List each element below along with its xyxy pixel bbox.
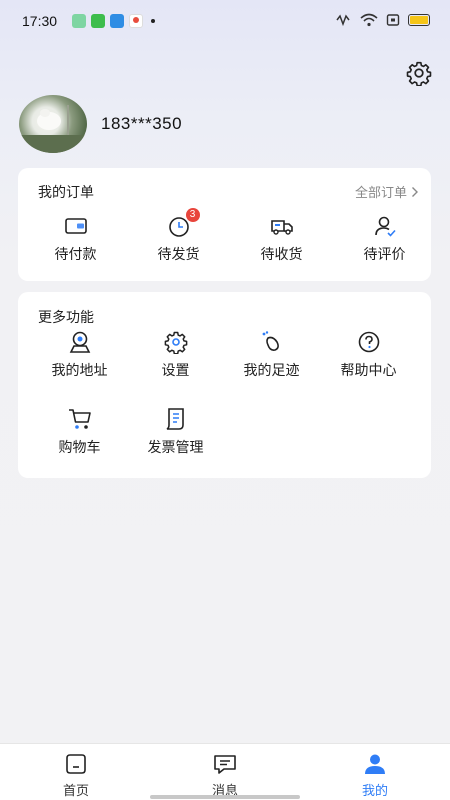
invoice-icon — [163, 407, 189, 431]
sim-icon — [386, 14, 400, 26]
order-pending-payment[interactable]: 待付款 — [24, 214, 127, 264]
download-app-icon — [72, 14, 86, 28]
all-orders-link[interactable]: 全部订单 — [355, 182, 419, 201]
bottom-tab-bar: 首页 消息 我的 — [0, 743, 450, 800]
order-item-label: 待发货 — [157, 246, 200, 262]
settings-button[interactable] — [406, 60, 432, 87]
profile-header[interactable]: 183***350 — [19, 95, 182, 153]
status-bar: 17:30 — [0, 0, 450, 44]
orders-card: 我的订单 全部订单 待付款 3 待发货 待收货 待评价 — [18, 168, 431, 281]
status-time: 17:30 — [22, 13, 58, 29]
order-pending-shipment[interactable]: 3 待发货 — [127, 208, 230, 264]
function-label: 设置 — [161, 362, 190, 378]
map-app-icon — [129, 14, 143, 28]
vibrate-icon — [336, 14, 350, 27]
function-label: 发票管理 — [147, 439, 204, 455]
gear-icon — [406, 61, 432, 87]
green-app-icon — [91, 14, 105, 28]
more-functions-card: 更多功能 我的地址 设置 我的足迹 帮助中心 购物车 发票管理 — [18, 292, 431, 478]
user-check-icon — [372, 214, 398, 238]
shipment-count-badge: 3 — [185, 208, 200, 222]
avatar[interactable] — [19, 95, 87, 153]
footprint-item[interactable]: 我的足迹 — [220, 330, 323, 380]
footprint-icon — [259, 330, 285, 354]
more-functions-title: 更多功能 — [38, 309, 94, 325]
home-indicator[interactable] — [150, 795, 300, 799]
settings-item[interactable]: 设置 — [124, 330, 227, 380]
order-item-label: 待收货 — [260, 246, 303, 262]
home-icon — [66, 754, 86, 774]
gear-icon — [163, 330, 189, 355]
truck-icon — [269, 214, 295, 238]
blue-app-icon — [110, 14, 124, 28]
wifi-icon — [360, 13, 378, 27]
cart-icon — [67, 407, 93, 431]
function-label: 我的地址 — [51, 362, 108, 378]
wallet-icon — [63, 214, 89, 238]
system-icons — [334, 13, 430, 27]
function-label: 我的足迹 — [243, 362, 300, 378]
order-pending-review[interactable]: 待评价 — [333, 214, 436, 264]
more-notifications-dot — [151, 19, 155, 23]
function-label: 购物车 — [58, 439, 101, 455]
order-pending-receipt[interactable]: 待收货 — [230, 214, 333, 264]
battery-icon — [408, 14, 430, 26]
my-address-item[interactable]: 我的地址 — [28, 330, 131, 380]
chevron-right-icon — [412, 186, 418, 197]
clock-icon: 3 — [166, 208, 200, 238]
phone-number: 183***350 — [101, 114, 183, 133]
invoice-management-item[interactable]: 发票管理 — [124, 407, 227, 457]
location-icon — [67, 330, 93, 354]
tab-profile[interactable]: 我的 — [335, 752, 415, 799]
function-label: 帮助中心 — [340, 362, 397, 378]
tab-label: 首页 — [62, 783, 89, 798]
order-item-label: 待付款 — [54, 246, 97, 262]
notification-icons — [72, 14, 155, 28]
profile-icon — [365, 754, 385, 774]
orders-title: 我的订单 — [38, 184, 94, 200]
tab-messages[interactable]: 消息 — [185, 752, 265, 799]
tab-label: 我的 — [361, 783, 388, 798]
message-icon — [214, 755, 236, 774]
all-orders-label: 全部订单 — [354, 185, 407, 200]
tab-home[interactable]: 首页 — [36, 752, 116, 799]
help-center-item[interactable]: 帮助中心 — [317, 330, 420, 380]
help-icon — [356, 330, 382, 354]
shopping-cart-item[interactable]: 购物车 — [28, 407, 131, 457]
order-item-label: 待评价 — [363, 246, 406, 262]
